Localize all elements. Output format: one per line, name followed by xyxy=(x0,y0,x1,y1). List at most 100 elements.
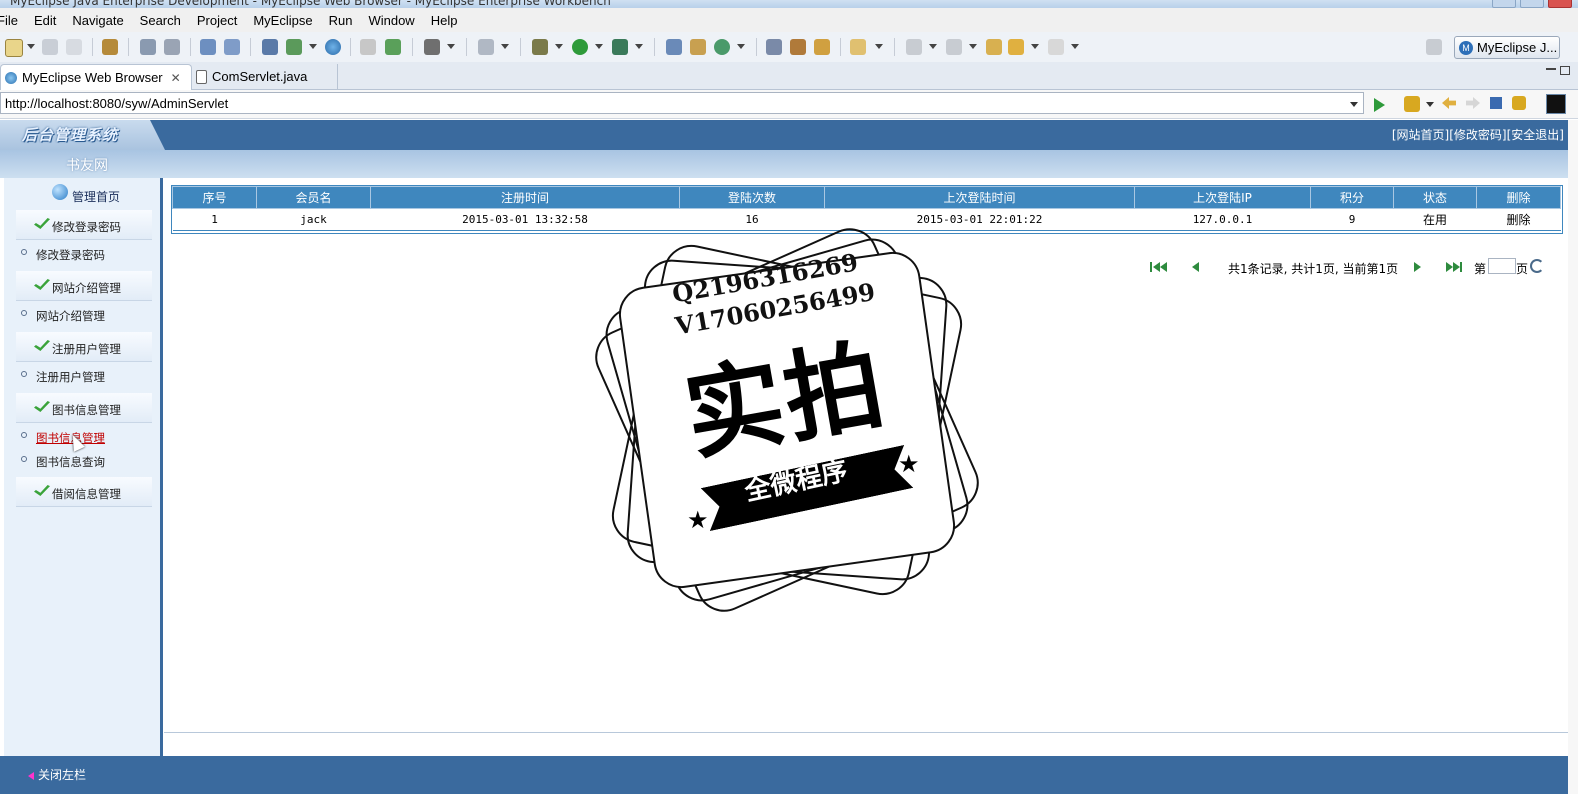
maximize-button[interactable] xyxy=(1520,0,1544,8)
server-icon[interactable] xyxy=(164,39,180,55)
browser-globe-icon[interactable] xyxy=(325,39,341,55)
back-icon[interactable] xyxy=(1008,39,1024,55)
run-server-icon[interactable] xyxy=(286,39,302,55)
run-server-dropdown-icon[interactable] xyxy=(309,44,317,49)
browser-refresh-icon[interactable] xyxy=(1512,96,1526,110)
menu-edit[interactable]: Edit xyxy=(26,13,64,28)
new-class-icon[interactable] xyxy=(385,39,401,55)
leaf-icon xyxy=(34,218,50,229)
menu-help[interactable]: Help xyxy=(423,13,466,28)
debug-icon[interactable] xyxy=(532,39,548,55)
new-dropdown-icon[interactable] xyxy=(27,44,35,49)
open-browser-icon[interactable] xyxy=(766,39,782,55)
external-tools-icon[interactable] xyxy=(612,39,628,55)
tools-icon[interactable] xyxy=(790,39,806,55)
delete-link[interactable]: 删除 xyxy=(1476,208,1561,231)
previous-annotation-dropdown-icon[interactable] xyxy=(969,44,977,49)
browser-forward-icon[interactable] xyxy=(1466,97,1480,109)
change-password-link[interactable]: [修改密码] xyxy=(1449,128,1506,142)
folder-dropdown-icon[interactable] xyxy=(875,44,883,49)
page-number-input[interactable] xyxy=(1488,258,1516,274)
nav-header[interactable]: 管理首页 xyxy=(4,184,160,208)
browser-back-icon[interactable] xyxy=(1442,97,1456,109)
save-icon[interactable] xyxy=(42,39,58,55)
menu-search[interactable]: Search xyxy=(132,13,189,28)
nav-item-users[interactable]: 注册用户管理 xyxy=(16,365,152,387)
debug-config-icon[interactable] xyxy=(140,39,156,55)
bullet-icon xyxy=(21,432,27,438)
back-dropdown-icon[interactable] xyxy=(1031,44,1039,49)
debug-dropdown-icon[interactable] xyxy=(555,44,563,49)
tab-comservlet[interactable]: ComServlet.java xyxy=(192,64,338,89)
stop-icon[interactable] xyxy=(1490,97,1502,109)
browser-view-icon[interactable] xyxy=(1546,94,1566,114)
nav-item-site-intro[interactable]: 网站介绍管理 xyxy=(16,304,152,326)
nav-group-users[interactable]: 注册用户管理 xyxy=(16,332,152,362)
url-input[interactable] xyxy=(0,92,1364,114)
url-history-dropdown-icon[interactable] xyxy=(1350,102,1358,107)
menu-run[interactable]: Run xyxy=(321,13,361,28)
maximize-view-icon[interactable] xyxy=(1560,66,1570,75)
refresh-icon[interactable] xyxy=(714,39,730,55)
open-perspective-icon[interactable] xyxy=(666,39,682,55)
last-page-icon[interactable] xyxy=(1446,262,1453,272)
next-annotation-dropdown-icon[interactable] xyxy=(929,44,937,49)
logout-link[interactable]: [安全退出] xyxy=(1507,128,1564,142)
perspective-switcher[interactable]: M MyEclipse J... xyxy=(1454,36,1560,59)
tab-web-browser[interactable]: MyEclipse Web Browser ✕ xyxy=(0,64,192,90)
nav-item-book-query[interactable]: 图书信息查询 xyxy=(16,450,152,472)
external-tools-dropdown-icon[interactable] xyxy=(635,44,643,49)
menu-project[interactable]: Project xyxy=(189,13,245,28)
screen-capture-dropdown-icon[interactable] xyxy=(447,44,455,49)
go-icon[interactable] xyxy=(1374,98,1385,112)
open-type-icon[interactable] xyxy=(360,39,376,55)
close-tab-icon[interactable]: ✕ xyxy=(171,71,181,85)
bookmark-dropdown-icon[interactable] xyxy=(1426,102,1434,107)
forward-icon[interactable] xyxy=(1048,39,1064,55)
print-icon[interactable] xyxy=(66,39,82,55)
first-page-icon-2[interactable] xyxy=(1160,262,1167,272)
last-page-icon-2[interactable] xyxy=(1453,262,1460,272)
run-dropdown-icon[interactable] xyxy=(595,44,603,49)
nav-group-site-intro[interactable]: 网站介绍管理 xyxy=(16,271,152,301)
previous-annotation-icon[interactable] xyxy=(946,39,962,55)
screen-capture-icon[interactable] xyxy=(424,39,440,55)
java-file-icon xyxy=(196,69,207,84)
refresh-dropdown-icon[interactable] xyxy=(737,44,745,49)
close-window-button[interactable] xyxy=(1548,0,1572,8)
undeploy-icon[interactable] xyxy=(224,39,240,55)
folder-icon[interactable] xyxy=(850,39,866,55)
close-left-panel-button[interactable]: 关闭左栏 xyxy=(28,766,86,783)
go-page-icon[interactable] xyxy=(1530,259,1544,273)
task-dropdown-icon[interactable] xyxy=(501,44,509,49)
new-icon[interactable] xyxy=(5,39,23,57)
bookmark-icon[interactable] xyxy=(1404,96,1420,112)
forward-dropdown-icon[interactable] xyxy=(1071,44,1079,49)
tab-label: ComServlet.java xyxy=(212,69,308,84)
prev-page-icon[interactable] xyxy=(1192,262,1199,272)
site-home-link[interactable]: [网站首页] xyxy=(1392,128,1449,142)
next-page-icon[interactable] xyxy=(1414,262,1421,272)
nav-group-borrow[interactable]: 借阅信息管理 xyxy=(16,477,152,507)
run-icon[interactable] xyxy=(572,39,588,55)
menu-myeclipse[interactable]: MyEclipse xyxy=(245,13,320,28)
menu-file[interactable]: File xyxy=(0,13,26,28)
minimize-button[interactable] xyxy=(1492,0,1516,8)
deploy-icon[interactable] xyxy=(200,39,216,55)
first-page-icon[interactable] xyxy=(1153,262,1160,272)
menu-window[interactable]: Window xyxy=(360,13,422,28)
nav-item-change-password[interactable]: 修改登录密码 xyxy=(16,243,152,265)
nav-group-books[interactable]: 图书信息管理 xyxy=(16,393,152,423)
open-project-icon[interactable] xyxy=(690,39,706,55)
open-perspective-button-icon[interactable] xyxy=(1426,39,1442,55)
window-title-bar: MyEclipse Java Enterprise Development - … xyxy=(0,0,1578,8)
package-icon[interactable] xyxy=(102,39,118,55)
minimize-view-icon[interactable] xyxy=(1546,68,1556,70)
task-icon[interactable] xyxy=(478,39,494,55)
menu-navigate[interactable]: Navigate xyxy=(64,13,131,28)
next-annotation-icon[interactable] xyxy=(906,39,922,55)
servers-icon[interactable] xyxy=(262,39,278,55)
nav-group-password[interactable]: 修改登录密码 xyxy=(16,210,152,240)
open-folder-icon[interactable] xyxy=(814,39,830,55)
last-edit-icon[interactable] xyxy=(986,39,1002,55)
